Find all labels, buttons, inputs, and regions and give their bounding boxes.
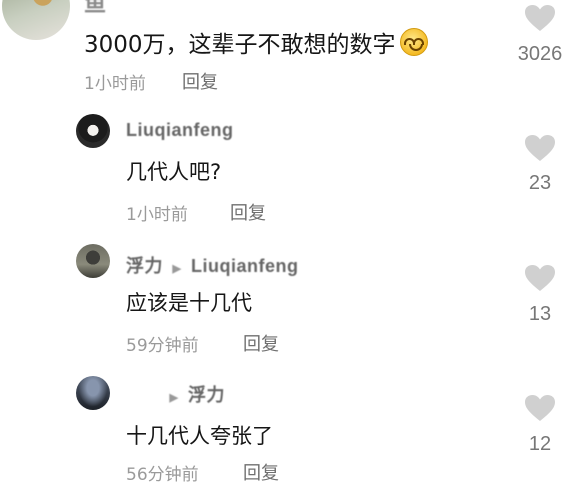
comment-time: 59分钟前 [126,336,199,356]
reply-to-username[interactable]: 浮力 [188,385,225,405]
heart-icon[interactable] [524,134,556,162]
comment-text: 应该是十几代 [126,291,252,315]
like-count: 13 [528,303,552,325]
like-count: 12 [528,433,552,455]
like-count: 23 [528,172,552,194]
smiling-emoji-icon [399,28,428,56]
triangle-right-icon: ▶ [169,392,179,404]
heart-icon[interactable] [524,394,556,422]
comment-text: 3000万，这辈子不敢想的数字 [84,25,428,59]
comment-text-content: 3000万，这辈子不敢想的数字 [84,32,396,58]
username[interactable]: 鱼 [84,0,107,18]
reply-button[interactable]: 回复 [230,199,266,225]
like-count: 3026 [517,43,563,65]
avatar[interactable] [76,376,110,410]
comment-time: 56分钟前 [126,465,199,485]
avatar[interactable] [2,0,70,40]
reply-button[interactable]: 回复 [243,330,279,356]
triangle-right-icon: ▶ [172,263,182,275]
heart-icon[interactable] [524,4,556,32]
username[interactable]: 浮力 [126,256,163,276]
avatar[interactable] [76,114,110,148]
heart-icon[interactable] [524,264,556,292]
reply-button[interactable]: 回复 [182,68,218,94]
reply-to-username[interactable]: Liuqianfeng [191,256,299,276]
comment-text: 几代人吧? [126,160,222,184]
comment-time: 1小时前 [126,205,188,225]
avatar[interactable] [76,244,110,278]
comment-time: 1小时前 [84,74,146,94]
username[interactable]: Liuqianfeng [126,120,234,141]
reply-button[interactable]: 回复 [243,459,279,485]
reply-header: 浮力 ▶ Liuqianfeng [126,252,299,278]
reply-header: ▶ 浮力 [126,381,225,407]
comment-text: 十几代人夸张了 [126,424,273,448]
